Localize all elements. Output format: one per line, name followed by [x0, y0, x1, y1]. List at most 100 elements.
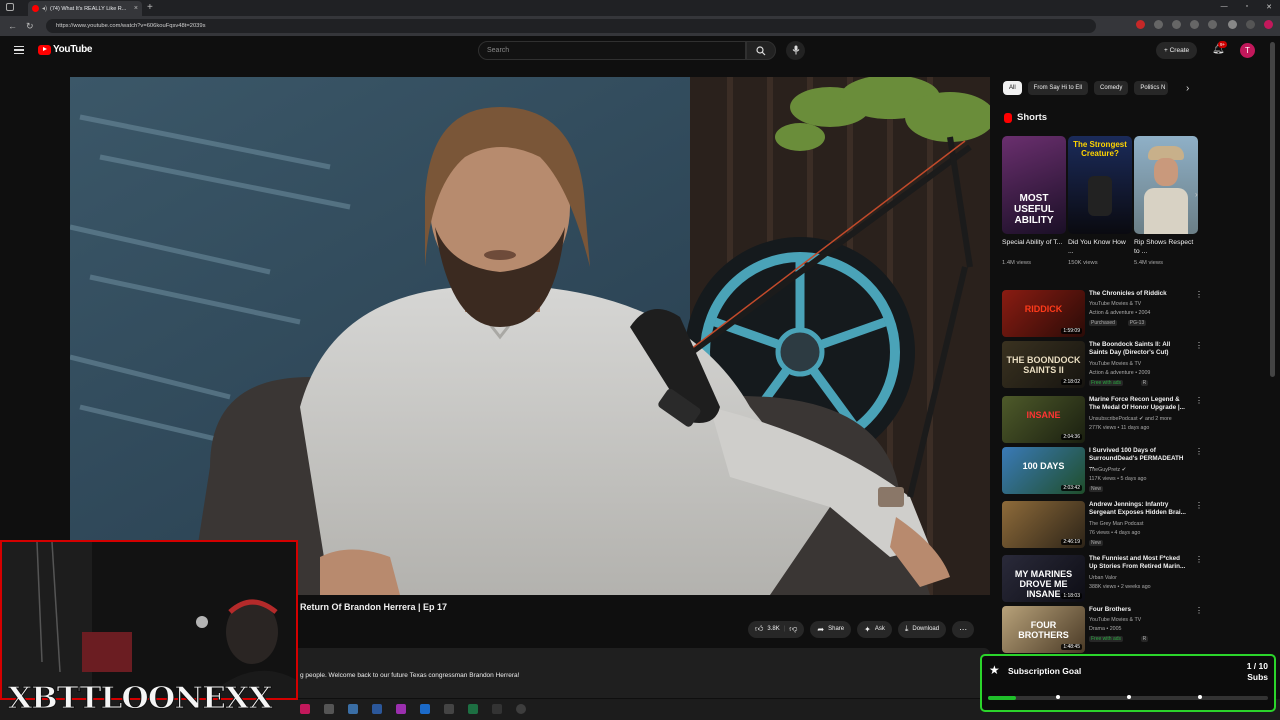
- hamburger-menu-icon[interactable]: [14, 46, 24, 54]
- streamer-name: XBTTLOONEXX: [7, 681, 273, 717]
- recommendation-channel: UnsubscribePodcast ✔ and 2 more: [1089, 416, 1172, 422]
- chip-politics[interactable]: Politics N: [1134, 81, 1169, 95]
- shorts-heading: Shorts: [1004, 112, 1047, 123]
- recommendation-title: The Boondock Saints II: All Saints Day (…: [1089, 341, 1171, 356]
- search-input[interactable]: Search: [478, 41, 746, 60]
- more-actions-button[interactable]: ⋯: [952, 620, 975, 638]
- thumbnail-text: THE BOONDOCK SAINTS II: [1006, 355, 1081, 375]
- extension-icon[interactable]: [1136, 20, 1145, 29]
- recommendation-meta: Drama • 2005: [1089, 626, 1122, 632]
- recommendation-meta: Action & adventure • 2009: [1089, 370, 1151, 376]
- notification-badge: 9+: [1218, 41, 1228, 48]
- recommendation-tag: New: [1089, 540, 1104, 546]
- extension-icon[interactable]: [1154, 20, 1163, 29]
- thumbnail-text: FOUR BROTHERS: [1018, 620, 1069, 640]
- notifications-button[interactable]: 🔔︎ 9+: [1212, 41, 1228, 55]
- recommendation-meta: 277K views • 11 days ago: [1089, 425, 1150, 431]
- video-player[interactable]: [70, 77, 990, 595]
- recommendation-item[interactable]: RIDDICK 1:59:09 The Chronicles of Riddick Y…: [1002, 290, 1203, 338]
- close-tab-icon[interactable]: ×: [134, 5, 138, 12]
- recommendation-item[interactable]: THE BOONDOCK SAINTS II 2:18:02 The Boondoc…: [1002, 341, 1203, 389]
- recommendation-item[interactable]: FOUR BROTHERS 1:48:45 Four Brothers YouTube…: [1002, 606, 1203, 654]
- more-vertical-icon[interactable]: ⋮: [1195, 447, 1203, 456]
- chip-comedy[interactable]: Comedy: [1094, 81, 1129, 95]
- taskbar-app-icon[interactable]: [444, 704, 454, 714]
- thumbs-up-icon: 👍︎: [755, 624, 764, 633]
- goal-milestone-dot: [1198, 695, 1202, 699]
- maximize-icon[interactable]: ▫: [1246, 3, 1248, 11]
- settings-gear-icon[interactable]: [516, 704, 526, 714]
- recommendation-channel: YouTube Movies & TV: [1089, 301, 1142, 307]
- like-button[interactable]: 👍︎ 3.8K | 👎︎: [748, 620, 805, 638]
- share-button[interactable]: ➦ Share: [810, 620, 852, 638]
- voice-search-button[interactable]: [786, 41, 805, 60]
- youtube-header: YouTube Search + Create 🔔︎ 9+ T: [0, 36, 1280, 66]
- tab-title: (74) What It's REALLY Like R...: [50, 5, 127, 12]
- thumbnail-text: RIDDICK: [1024, 304, 1063, 314]
- avatar[interactable]: T: [1240, 43, 1255, 58]
- webcam-feed: [2, 542, 296, 698]
- ask-button[interactable]: ✦ Ask: [857, 620, 892, 638]
- minimize-icon[interactable]: —: [1221, 3, 1228, 11]
- menu-icon[interactable]: [1246, 20, 1255, 29]
- speaker-icon[interactable]: ◂): [42, 5, 47, 12]
- video-title: Return Of Brandon Herrera | Ep 17: [300, 602, 448, 612]
- shorts-next-icon[interactable]: ›: [1195, 190, 1198, 199]
- more-horizontal-icon: ⋯: [959, 624, 968, 634]
- short-item[interactable]: Rip Shows Respect to ... 5.4M views: [1134, 136, 1198, 266]
- goal-count: 1 / 10: [1246, 661, 1268, 671]
- download-icon: ⤓: [904, 624, 909, 633]
- taskbar-app-icon[interactable]: [324, 704, 334, 714]
- more-vertical-icon[interactable]: ⋮: [1195, 290, 1203, 299]
- extension-icon[interactable]: [1172, 20, 1181, 29]
- download-button[interactable]: ⤓ Download: [897, 620, 947, 638]
- recommendation-item[interactable]: 2:46:19 Andrew Jennings: Infantry Sergean…: [1002, 501, 1203, 549]
- more-vertical-icon[interactable]: ⋮: [1195, 555, 1203, 564]
- recommendation-item[interactable]: 100 DAYS 2:03:42 I Survived 100 Days of Su…: [1002, 447, 1203, 495]
- search-button[interactable]: [746, 41, 776, 60]
- thumbnail-text: 100 DAYS: [1022, 461, 1065, 471]
- youtube-logo[interactable]: YouTube: [38, 44, 93, 55]
- taskbar-app-icon[interactable]: [468, 704, 478, 714]
- new-tab-icon[interactable]: +: [147, 2, 153, 13]
- share-icon: ➦: [817, 624, 825, 634]
- url-field[interactable]: https://www.youtube.com/watch?v=606kouFq…: [46, 19, 1096, 33]
- reload-icon[interactable]: ↻: [26, 21, 34, 32]
- recommendation-tag: Purchased: [1089, 320, 1117, 326]
- recommendation-item[interactable]: INSANE 2:04:36 Marine Force Recon Legend &…: [1002, 396, 1203, 444]
- duration-badge: 2:46:19: [1061, 539, 1082, 545]
- more-vertical-icon[interactable]: ⋮: [1195, 606, 1203, 615]
- duration-badge: 2:18:02: [1061, 379, 1082, 385]
- window-controls: — ▫ ✕: [1221, 3, 1272, 11]
- short-item[interactable]: MOST USEFUL ABILITY Special Ability of T…: [1002, 136, 1066, 266]
- extension-icon[interactable]: [1208, 20, 1217, 29]
- extension-icon[interactable]: [1190, 20, 1199, 29]
- chevron-right-icon[interactable]: ›: [1186, 83, 1189, 94]
- taskbar-app-icon[interactable]: [396, 704, 406, 714]
- more-vertical-icon[interactable]: ⋮: [1195, 396, 1203, 405]
- thumbs-down-icon[interactable]: 👎︎: [789, 624, 797, 634]
- profile-icon[interactable]: [1228, 20, 1237, 29]
- create-button[interactable]: + Create: [1156, 42, 1198, 59]
- recommendation-channel: The Grey Man Podcast: [1089, 521, 1144, 527]
- tab-actions-icon[interactable]: [6, 3, 14, 11]
- chip-from-channel[interactable]: From Say Hi to Ell: [1027, 81, 1089, 95]
- more-vertical-icon[interactable]: ⋮: [1195, 341, 1203, 350]
- browser-address-bar: ← ↻ https://www.youtube.com/watch?v=606k…: [0, 16, 1280, 36]
- close-window-icon[interactable]: ✕: [1266, 3, 1272, 11]
- taskbar-app-icon[interactable]: [420, 704, 430, 714]
- recommendation-tag: Free with ads: [1089, 636, 1124, 642]
- taskbar-app-icon[interactable]: [492, 704, 502, 714]
- extension-icon[interactable]: [1264, 20, 1273, 29]
- recommendation-thumbnail: THE BOONDOCK SAINTS II 2:18:02: [1002, 341, 1085, 388]
- short-item[interactable]: The Strongest Creature? Did You Know How…: [1068, 136, 1132, 266]
- browser-tab[interactable]: ◂) (74) What It's REALLY Like R... ×: [28, 1, 142, 16]
- more-vertical-icon[interactable]: ⋮: [1195, 501, 1203, 510]
- page-scrollbar[interactable]: [1270, 42, 1275, 377]
- taskbar-app-icon[interactable]: [300, 704, 310, 714]
- back-icon[interactable]: ←: [8, 21, 17, 31]
- recommendation-item[interactable]: MY MARINES DROVE ME INSANE 1:18:03 The Fun…: [1002, 555, 1203, 603]
- taskbar-app-icon[interactable]: [348, 704, 358, 714]
- taskbar-app-icon[interactable]: [372, 704, 382, 714]
- chip-all[interactable]: All: [1003, 81, 1022, 95]
